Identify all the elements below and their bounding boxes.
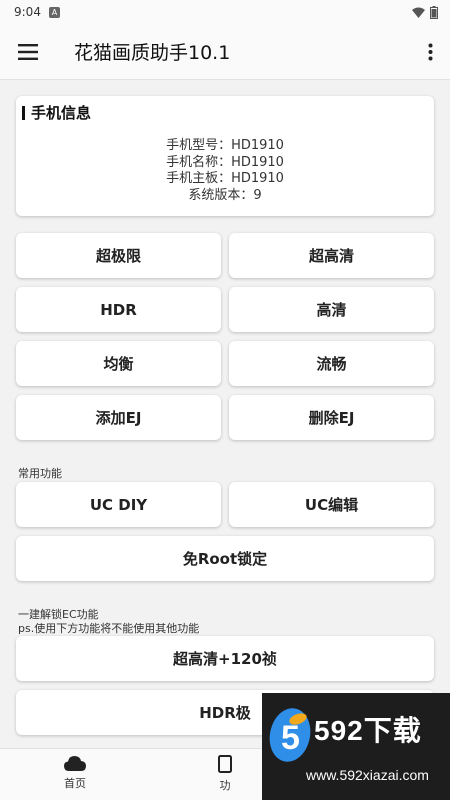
watermark-logo-icon: 5 (269, 708, 311, 762)
battery-icon (430, 5, 438, 19)
nav-functions-label: 功 (219, 779, 231, 792)
phone-info-title: 手机信息 (22, 102, 91, 123)
cloud-icon (64, 756, 86, 771)
menu-button[interactable] (0, 24, 56, 80)
status-time: 9:04 (14, 5, 41, 19)
common-functions-label: 常用功能 (18, 467, 62, 480)
watermark-url: www.592xiazai.com (306, 767, 429, 783)
ultra-hd-120fps-button[interactable]: 超高清+120祯 (16, 636, 434, 681)
hd-button[interactable]: 高清 (229, 287, 434, 332)
hdr-button[interactable]: HDR (16, 287, 221, 332)
smooth-button[interactable]: 流畅 (229, 341, 434, 386)
ultra-extreme-button[interactable]: 超极限 (16, 233, 221, 278)
balanced-button[interactable]: 均衡 (16, 341, 221, 386)
watermark-brand: 592下载 (314, 715, 422, 746)
no-root-lock-button[interactable]: 免Root锁定 (16, 536, 434, 581)
phone-model: 手机型号：HD1910 (166, 138, 284, 153)
watermark-overlay: 5 592下载 www.592xiazai.com (262, 693, 450, 800)
add-ej-button[interactable]: 添加EJ (16, 395, 221, 440)
app-notification-icon: A (48, 6, 60, 18)
tablet-icon (218, 755, 232, 773)
status-bar: 9:04 A (0, 0, 450, 24)
phone-info-title-text: 手机信息 (31, 104, 92, 122)
app-title: 花猫画质助手10.1 (74, 42, 231, 64)
nav-home[interactable]: 首页 (30, 755, 120, 791)
uc-edit-button[interactable]: UC编辑 (229, 482, 434, 527)
phone-board: 手机主板：HD1910 (166, 171, 284, 186)
uc-diy-button[interactable]: UC DIY (16, 482, 221, 527)
wifi-icon (412, 7, 425, 18)
more-vert-icon (428, 43, 432, 60)
system-version: 系统版本：9 (188, 187, 262, 203)
phone-name: 手机名称：HD1910 (166, 154, 284, 170)
phone-info-card: 手机信息 手机型号：HD1910 手机名称：HD1910 手机主板：HD1910… (16, 96, 434, 216)
phone-info-lines: 手机型号：HD1910 手机名称：HD1910 手机主板：HD1910 系统版本… (16, 138, 434, 204)
hamburger-menu-icon (18, 43, 38, 60)
nav-functions[interactable]: 功 (180, 755, 270, 793)
app-bar: 花猫画质助手10.1 (0, 24, 450, 80)
ultra-hd-button[interactable]: 超高清 (229, 233, 434, 278)
watermark-logo-text: 5 (281, 719, 300, 757)
unlock-ec-note: ps.使用下方功能将不能使用其他功能 (18, 622, 200, 635)
more-options-button[interactable] (410, 24, 450, 80)
title-accent-bar (22, 105, 25, 120)
nav-home-label: 首页 (64, 777, 86, 790)
delete-ej-button[interactable]: 删除EJ (229, 395, 434, 440)
